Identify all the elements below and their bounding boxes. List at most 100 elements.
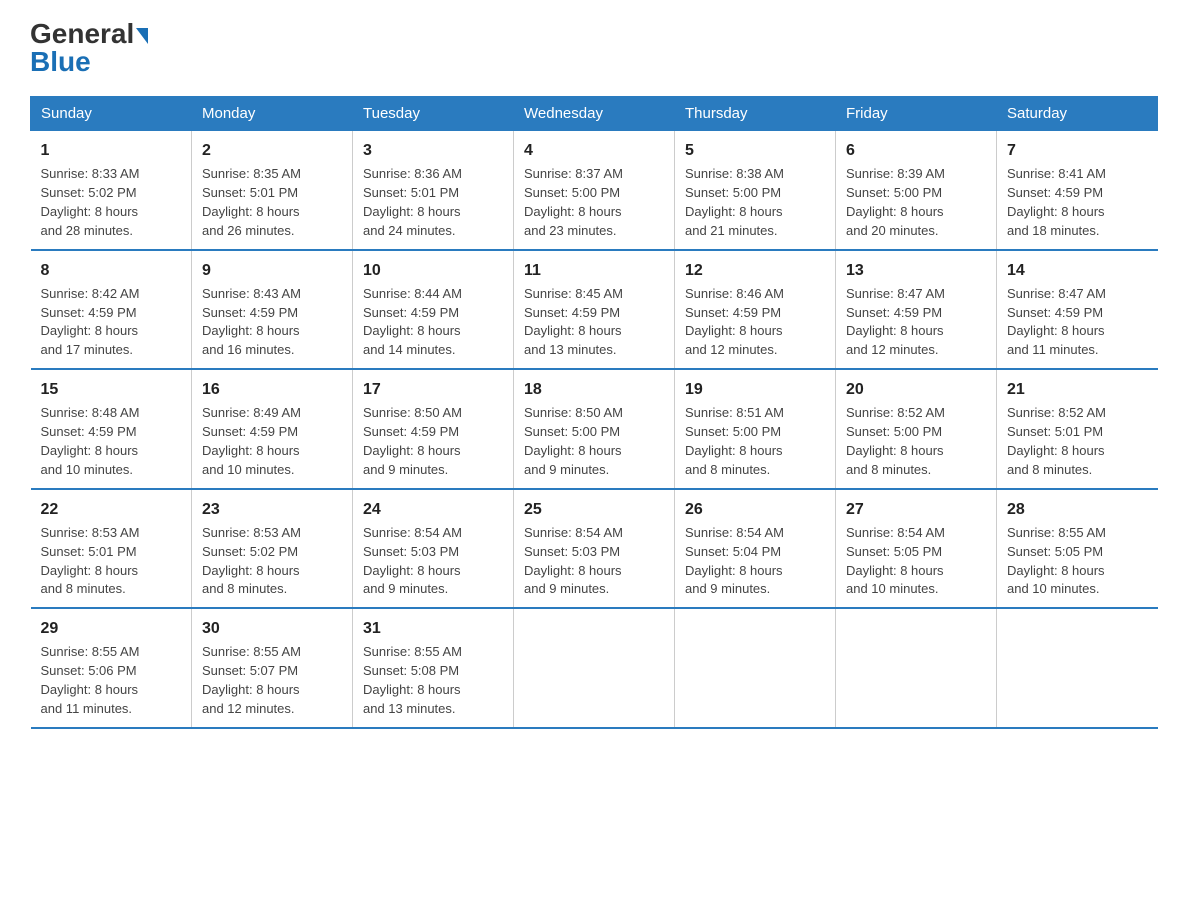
cell-info-text: and 12 minutes. (846, 341, 986, 360)
cell-info-text: and 23 minutes. (524, 222, 664, 241)
calendar-cell: 3Sunrise: 8:36 AMSunset: 5:01 PMDaylight… (353, 131, 514, 250)
calendar-header-sunday: Sunday (31, 97, 192, 131)
cell-info-text: and 10 minutes. (41, 461, 182, 480)
cell-info-text: Sunrise: 8:53 AM (202, 524, 342, 543)
calendar-cell: 28Sunrise: 8:55 AMSunset: 5:05 PMDayligh… (997, 489, 1158, 609)
cell-info-text: and 11 minutes. (1007, 341, 1148, 360)
cell-info-text: Daylight: 8 hours (524, 562, 664, 581)
cell-info-text: Sunrise: 8:47 AM (1007, 285, 1148, 304)
cell-info-text: Sunrise: 8:51 AM (685, 404, 825, 423)
calendar-cell: 21Sunrise: 8:52 AMSunset: 5:01 PMDayligh… (997, 369, 1158, 489)
cell-info-text: and 9 minutes. (685, 580, 825, 599)
day-number: 2 (202, 139, 342, 162)
day-number: 9 (202, 259, 342, 282)
day-number: 1 (41, 139, 182, 162)
calendar-cell: 6Sunrise: 8:39 AMSunset: 5:00 PMDaylight… (836, 131, 997, 250)
cell-info-text: and 20 minutes. (846, 222, 986, 241)
calendar-week-row: 1Sunrise: 8:33 AMSunset: 5:02 PMDaylight… (31, 131, 1158, 250)
cell-info-text: Sunset: 4:59 PM (202, 423, 342, 442)
calendar-cell: 29Sunrise: 8:55 AMSunset: 5:06 PMDayligh… (31, 608, 192, 728)
cell-info-text: Sunset: 5:02 PM (202, 543, 342, 562)
cell-info-text: and 13 minutes. (363, 700, 503, 719)
cell-info-text: Daylight: 8 hours (202, 203, 342, 222)
cell-info-text: Sunset: 5:00 PM (524, 423, 664, 442)
cell-info-text: and 10 minutes. (1007, 580, 1148, 599)
calendar-cell: 23 Sunrise: 8:53 AMSunset: 5:02 PMDayligh… (192, 489, 353, 609)
calendar-cell (675, 608, 836, 728)
cell-info-text: Daylight: 8 hours (685, 203, 825, 222)
cell-info-text: Daylight: 8 hours (41, 442, 182, 461)
day-number: 12 (685, 259, 825, 282)
day-number: 4 (524, 139, 664, 162)
day-number: 8 (41, 259, 182, 282)
cell-info-text: Daylight: 8 hours (1007, 322, 1148, 341)
day-number: 22 (41, 498, 182, 521)
calendar-cell: 13Sunrise: 8:47 AMSunset: 4:59 PMDayligh… (836, 250, 997, 370)
calendar-cell (836, 608, 997, 728)
cell-info-text: and 8 minutes. (202, 580, 342, 599)
cell-info-text: Daylight: 8 hours (846, 442, 986, 461)
page-header: General Blue (30, 20, 1158, 76)
cell-info-text: Sunset: 5:03 PM (524, 543, 664, 562)
day-number: 20 (846, 378, 986, 401)
calendar-cell: 2Sunrise: 8:35 AMSunset: 5:01 PMDaylight… (192, 131, 353, 250)
day-number: 15 (41, 378, 182, 401)
cell-info-text: Daylight: 8 hours (363, 203, 503, 222)
cell-info-text: Daylight: 8 hours (846, 562, 986, 581)
cell-info-text: Sunrise: 8:44 AM (363, 285, 503, 304)
calendar-cell: 12Sunrise: 8:46 AMSunset: 4:59 PMDayligh… (675, 250, 836, 370)
cell-info-text: Daylight: 8 hours (1007, 442, 1148, 461)
cell-info-text: Daylight: 8 hours (202, 562, 342, 581)
day-number: 6 (846, 139, 986, 162)
cell-info-text: Daylight: 8 hours (41, 322, 182, 341)
calendar-header-saturday: Saturday (997, 97, 1158, 131)
cell-info-text: Sunrise: 8:45 AM (524, 285, 664, 304)
day-number: 5 (685, 139, 825, 162)
cell-info-text: Sunrise: 8:43 AM (202, 285, 342, 304)
cell-info-text: Sunset: 5:05 PM (1007, 543, 1148, 562)
cell-info-text: and 8 minutes. (41, 580, 182, 599)
cell-info-text: Sunset: 4:59 PM (363, 423, 503, 442)
cell-info-text: Sunrise: 8:50 AM (363, 404, 503, 423)
day-number: 23 (202, 498, 342, 521)
cell-info-text: Sunset: 5:08 PM (363, 662, 503, 681)
day-number: 25 (524, 498, 664, 521)
cell-info-text: Sunrise: 8:50 AM (524, 404, 664, 423)
cell-info-text: Daylight: 8 hours (524, 322, 664, 341)
cell-info-text: Sunset: 5:02 PM (41, 184, 182, 203)
calendar-cell: 22Sunrise: 8:53 AMSunset: 5:01 PMDayligh… (31, 489, 192, 609)
cell-info-text: Sunset: 4:59 PM (41, 423, 182, 442)
cell-info-text: and 24 minutes. (363, 222, 503, 241)
day-number: 14 (1007, 259, 1148, 282)
cell-info-text: Sunset: 5:00 PM (685, 423, 825, 442)
cell-info-text: Sunrise: 8:53 AM (41, 524, 182, 543)
calendar-cell: 31Sunrise: 8:55 AMSunset: 5:08 PMDayligh… (353, 608, 514, 728)
cell-info-text: Sunset: 5:04 PM (685, 543, 825, 562)
cell-info-text: and 12 minutes. (202, 700, 342, 719)
cell-info-text: Sunset: 4:59 PM (846, 304, 986, 323)
cell-info-text: and 8 minutes. (685, 461, 825, 480)
day-number: 19 (685, 378, 825, 401)
cell-info-text: Daylight: 8 hours (1007, 562, 1148, 581)
day-number: 28 (1007, 498, 1148, 521)
calendar-week-row: 29Sunrise: 8:55 AMSunset: 5:06 PMDayligh… (31, 608, 1158, 728)
day-number: 10 (363, 259, 503, 282)
cell-info-text: and 8 minutes. (846, 461, 986, 480)
cell-info-text: Daylight: 8 hours (363, 681, 503, 700)
cell-info-text: Sunset: 4:59 PM (1007, 184, 1148, 203)
cell-info-text: Daylight: 8 hours (363, 322, 503, 341)
cell-info-text: Sunset: 5:05 PM (846, 543, 986, 562)
cell-info-text: Daylight: 8 hours (202, 322, 342, 341)
day-number: 3 (363, 139, 503, 162)
calendar-cell: 30Sunrise: 8:55 AMSunset: 5:07 PMDayligh… (192, 608, 353, 728)
cell-info-text: Sunrise: 8:49 AM (202, 404, 342, 423)
cell-info-text: and 21 minutes. (685, 222, 825, 241)
cell-info-text: Sunset: 4:59 PM (685, 304, 825, 323)
calendar-cell: 11Sunrise: 8:45 AMSunset: 4:59 PMDayligh… (514, 250, 675, 370)
cell-info-text: Sunrise: 8:55 AM (202, 643, 342, 662)
day-number: 26 (685, 498, 825, 521)
cell-info-text: Sunrise: 8:37 AM (524, 165, 664, 184)
day-number: 7 (1007, 139, 1148, 162)
calendar-cell: 14Sunrise: 8:47 AMSunset: 4:59 PMDayligh… (997, 250, 1158, 370)
cell-info-text: and 18 minutes. (1007, 222, 1148, 241)
